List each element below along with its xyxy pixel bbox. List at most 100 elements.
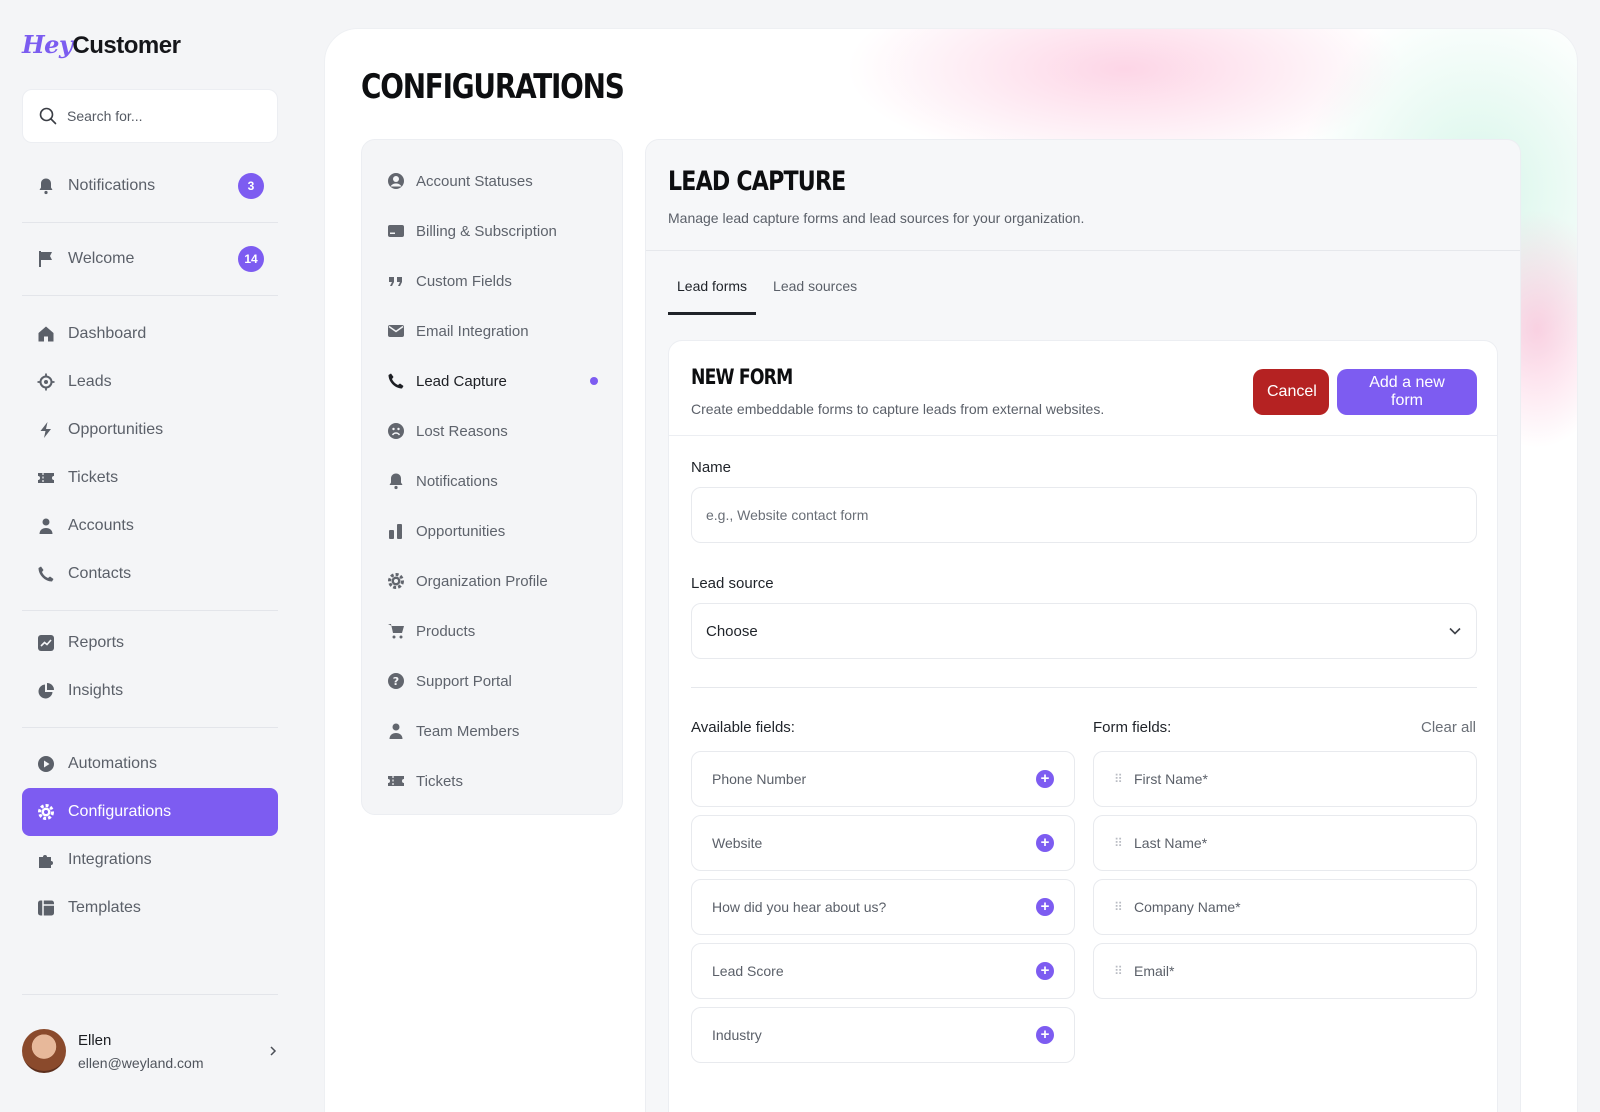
form-field-item[interactable]: ⠿ Last Name* <box>1093 815 1477 871</box>
add-field-icon[interactable]: + <box>1036 834 1054 852</box>
cart-icon <box>386 622 406 640</box>
config-item-tickets[interactable]: Tickets <box>362 756 622 806</box>
config-item-lost-reasons[interactable]: Lost Reasons <box>362 406 622 456</box>
field-label: Website <box>712 835 763 851</box>
drag-handle-icon[interactable]: ⠿ <box>1114 772 1134 786</box>
config-item-team-members[interactable]: Team Members <box>362 706 622 756</box>
config-item-organization-profile[interactable]: Organization Profile <box>362 556 622 606</box>
field-label: Email* <box>1134 963 1175 979</box>
config-item-opportunities[interactable]: Opportunities <box>362 506 622 556</box>
target-icon <box>36 372 56 392</box>
form-field-item[interactable]: ⠿ Email* <box>1093 943 1477 999</box>
config-item-lead-capture[interactable]: Lead Capture <box>362 356 622 406</box>
quote-icon <box>386 272 406 290</box>
drag-handle-icon[interactable]: ⠿ <box>1114 900 1134 914</box>
card-icon <box>386 222 406 240</box>
available-field-item[interactable]: Phone Number + <box>691 751 1075 807</box>
active-indicator-dot <box>590 377 598 385</box>
name-input[interactable] <box>691 487 1477 543</box>
tab-bar: Lead forms Lead sources <box>668 270 866 315</box>
section-title: LEAD CAPTURE <box>668 166 846 197</box>
clear-all-link[interactable]: Clear all <box>1421 719 1476 736</box>
sad-face-icon <box>386 422 406 440</box>
nav-item-insights[interactable]: Insights <box>22 667 278 715</box>
logo-hey: Hey <box>22 30 73 59</box>
user-profile[interactable]: Ellen ellen@weyland.com <box>22 1024 278 1078</box>
config-item-label: Lead Capture <box>416 372 507 390</box>
mail-icon <box>386 322 406 340</box>
drag-handle-icon[interactable]: ⠿ <box>1114 964 1134 978</box>
config-item-label: Billing & Subscription <box>416 222 557 240</box>
bolt-icon <box>36 420 56 440</box>
lead-source-label: Lead source <box>691 575 774 592</box>
add-field-icon[interactable]: + <box>1036 770 1054 788</box>
tab-lead-forms[interactable]: Lead forms <box>668 270 757 315</box>
search-input[interactable] <box>67 108 247 124</box>
nav-item-notifications[interactable]: Notifications 3 <box>22 162 278 210</box>
config-item-label: Support Portal <box>416 672 512 690</box>
phone-icon <box>386 372 406 390</box>
divider <box>22 295 278 296</box>
name-label: Name <box>691 459 732 476</box>
nav-item-leads[interactable]: Leads <box>22 358 278 406</box>
nav-item-contacts[interactable]: Contacts <box>22 550 278 598</box>
user-icon <box>36 516 56 536</box>
form-field-item[interactable]: ⠿ Company Name* <box>1093 879 1477 935</box>
chevron-down-icon <box>1448 626 1462 636</box>
available-field-item[interactable]: Industry + <box>691 1007 1075 1063</box>
cancel-button[interactable]: Cancel <box>1253 369 1329 415</box>
config-item-support-portal[interactable]: ? Support Portal <box>362 656 622 706</box>
drag-handle-icon[interactable]: ⠿ <box>1114 836 1134 850</box>
config-item-label: Custom Fields <box>416 272 512 290</box>
config-item-label: Notifications <box>416 472 498 490</box>
search-box[interactable] <box>22 89 278 143</box>
bell-icon <box>386 472 406 490</box>
chevron-right-icon[interactable] <box>268 1045 278 1057</box>
add-new-form-button[interactable]: Add a new form <box>1337 369 1477 415</box>
nav-item-configurations[interactable]: Configurations <box>22 788 278 836</box>
nav-settings: Automations Configurations Integrations … <box>22 740 278 932</box>
divider <box>22 994 278 995</box>
nav-item-templates[interactable]: Templates <box>22 884 278 932</box>
config-item-custom-fields[interactable]: Custom Fields <box>362 256 622 306</box>
nav-item-dashboard[interactable]: Dashboard <box>22 310 278 358</box>
nav-top: Notifications 3 Welcome 14 <box>22 162 278 308</box>
ticket-icon <box>386 772 406 790</box>
phone-icon <box>36 564 56 584</box>
nav-item-welcome[interactable]: Welcome 14 <box>22 235 278 283</box>
config-item-account-statuses[interactable]: Account Statuses <box>362 156 622 206</box>
user-name: Ellen <box>78 1031 112 1049</box>
nav-item-opportunities[interactable]: Opportunities <box>22 406 278 454</box>
available-field-item[interactable]: Lead Score + <box>691 943 1075 999</box>
nav-item-tickets[interactable]: Tickets <box>22 454 278 502</box>
nav-label: Configurations <box>68 803 172 820</box>
brand-logo[interactable]: HeyCustomer <box>22 30 181 60</box>
config-item-notifications[interactable]: Notifications <box>362 456 622 506</box>
lead-source-select[interactable]: Choose <box>691 603 1477 659</box>
field-label: Company Name* <box>1134 899 1241 915</box>
nav-item-reports[interactable]: Reports <box>22 619 278 667</box>
form-field-item[interactable]: ⠿ First Name* <box>1093 751 1477 807</box>
config-item-products[interactable]: Products <box>362 606 622 656</box>
ticket-icon <box>36 468 56 488</box>
nav-item-accounts[interactable]: Accounts <box>22 502 278 550</box>
available-fields-heading: Available fields: <box>691 719 795 736</box>
nav-item-automations[interactable]: Automations <box>22 740 278 788</box>
config-item-email-integration[interactable]: Email Integration <box>362 306 622 356</box>
config-item-billing[interactable]: Billing & Subscription <box>362 206 622 256</box>
tab-lead-sources[interactable]: Lead sources <box>764 270 866 315</box>
new-form-card: NEW FORM Create embeddable forms to capt… <box>668 340 1498 1112</box>
nav-label: Insights <box>68 682 124 699</box>
add-field-icon[interactable]: + <box>1036 898 1054 916</box>
add-field-icon[interactable]: + <box>1036 1026 1054 1044</box>
nav-label: Integrations <box>68 851 152 868</box>
available-field-item[interactable]: Website + <box>691 815 1075 871</box>
available-field-item[interactable]: How did you hear about us? + <box>691 879 1075 935</box>
field-label: Industry <box>712 1027 762 1043</box>
nav-label: Tickets <box>68 469 119 486</box>
nav-item-integrations[interactable]: Integrations <box>22 836 278 884</box>
card-subtitle: Create embeddable forms to capture leads… <box>691 401 1105 417</box>
gear-icon <box>36 802 56 822</box>
add-field-icon[interactable]: + <box>1036 962 1054 980</box>
config-item-label: Products <box>416 622 476 640</box>
